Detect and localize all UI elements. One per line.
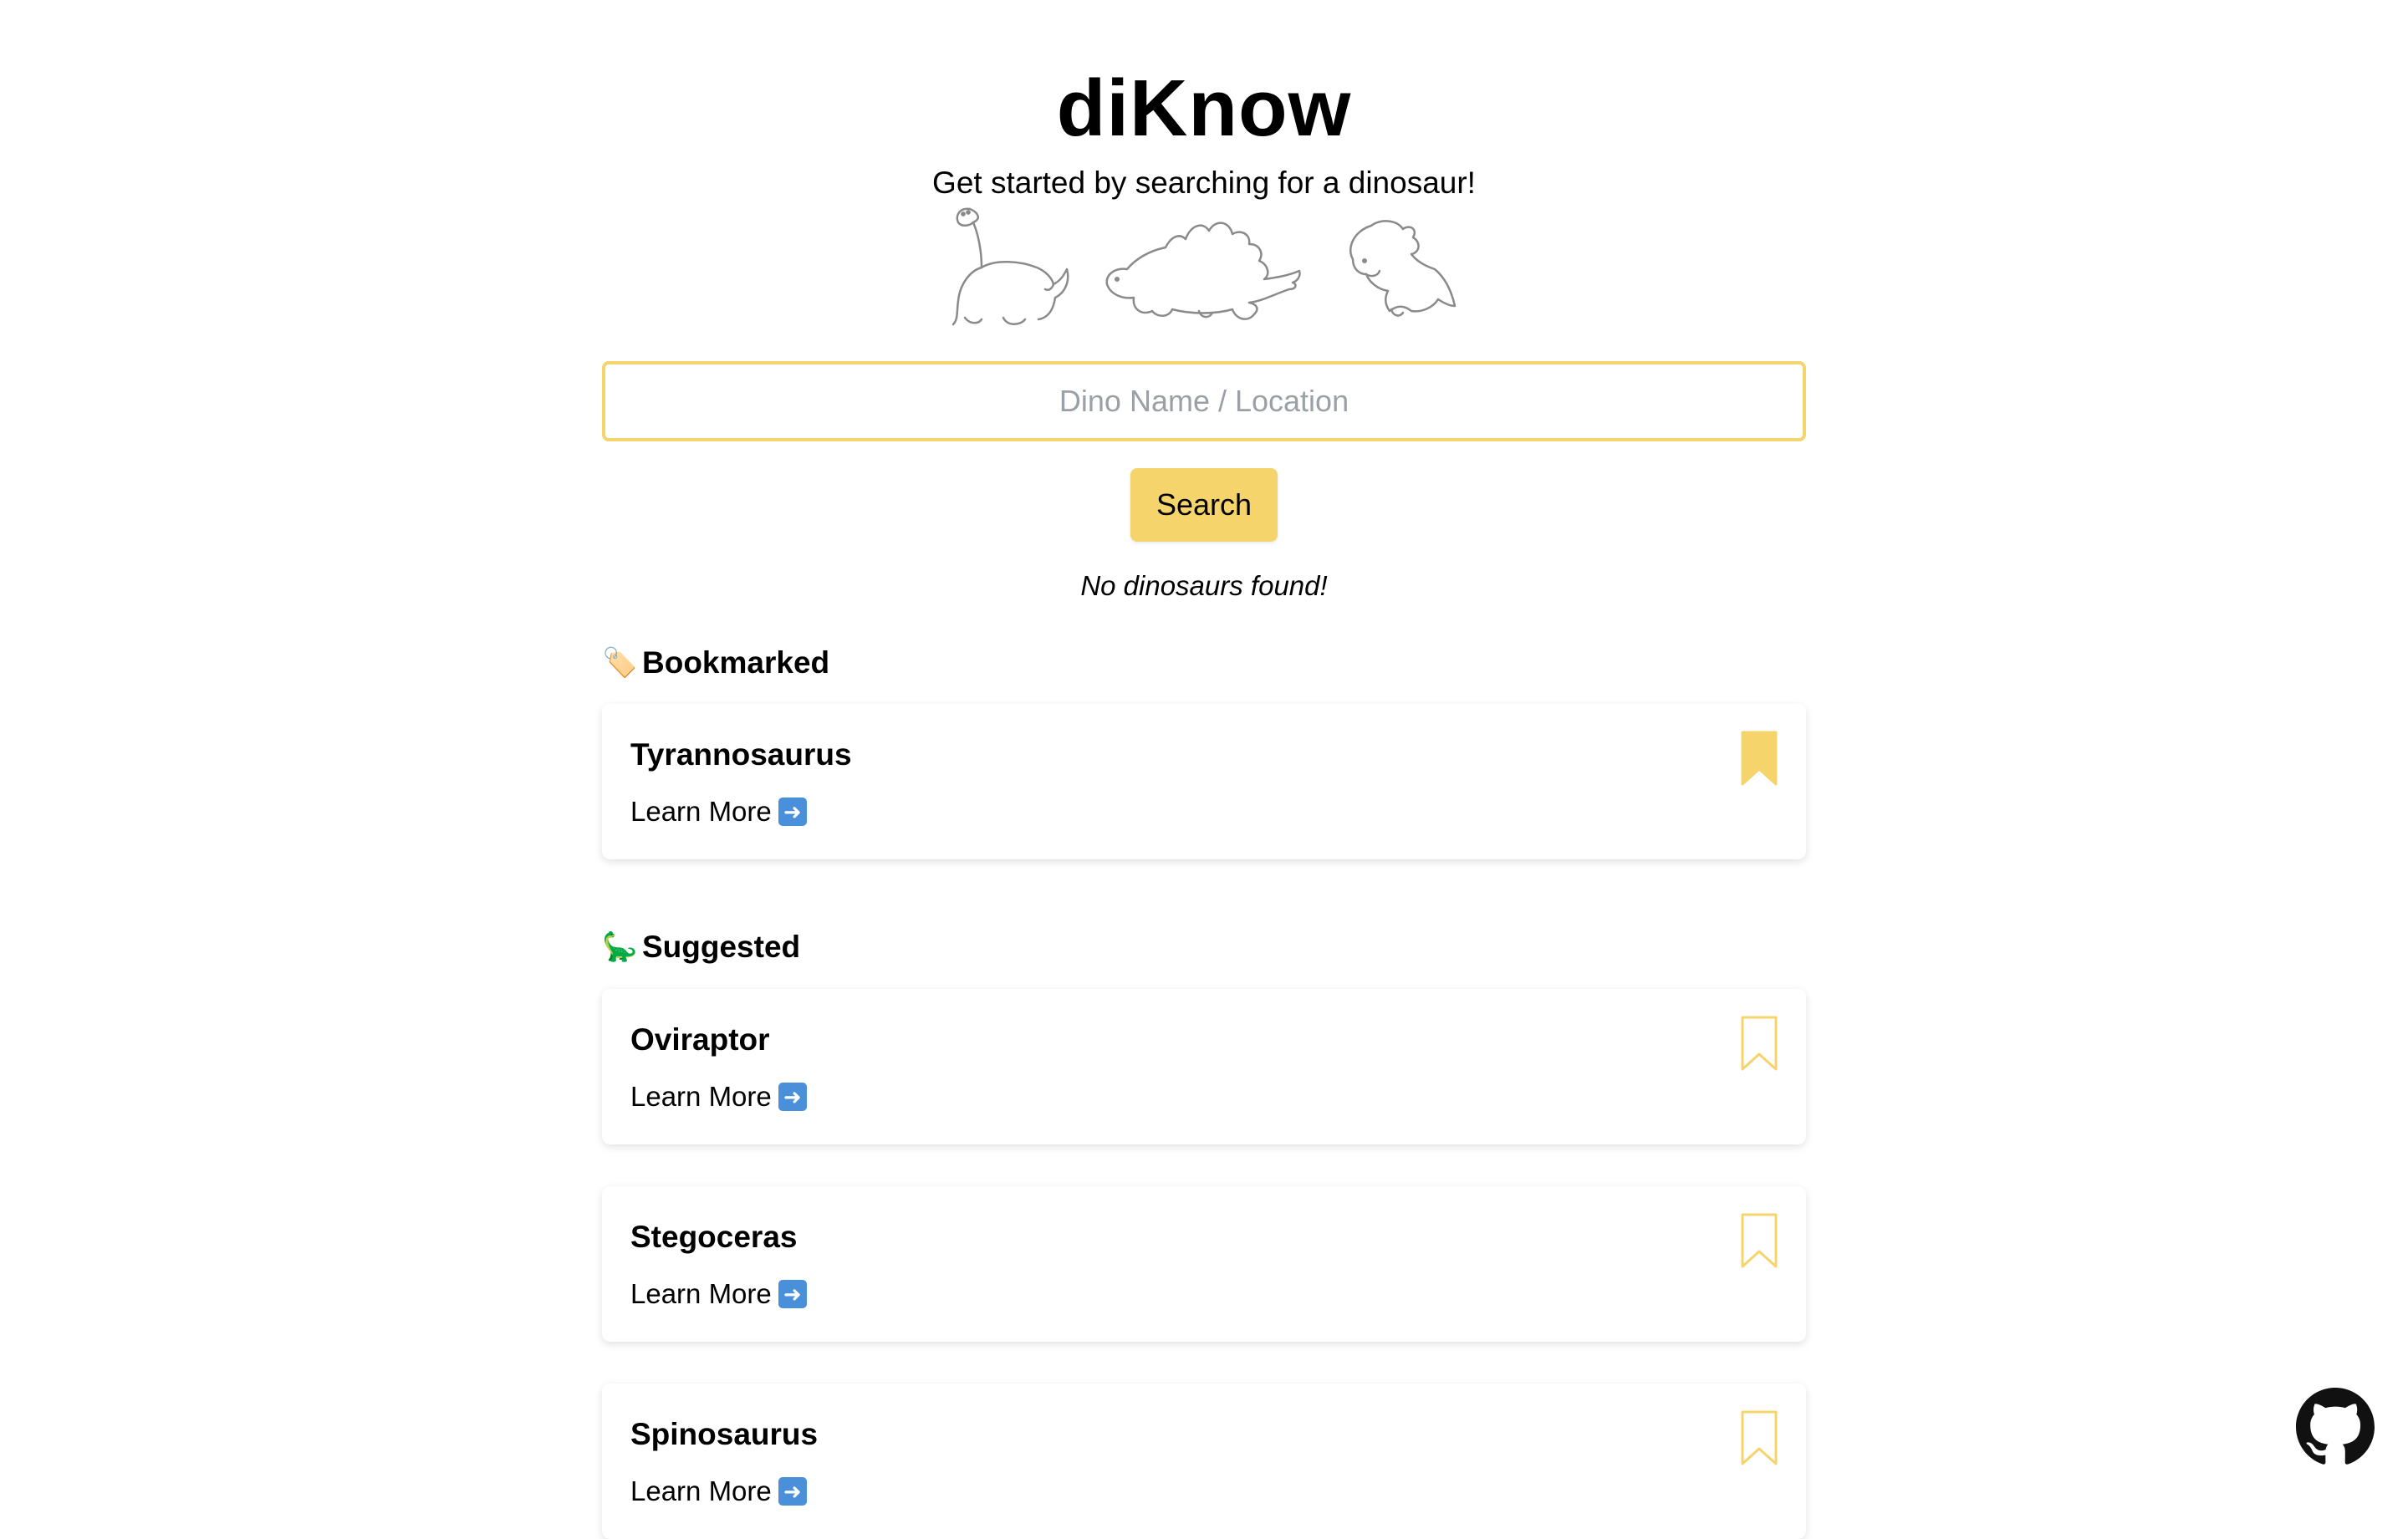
ceratopsian-illustration bbox=[1349, 220, 1457, 317]
label-tag-icon: 🏷️ bbox=[602, 647, 638, 679]
status-message: No dinosaurs found! bbox=[1080, 570, 1328, 601]
learn-more-link[interactable]: Learn More ➜ bbox=[630, 1278, 807, 1310]
dino-card: Oviraptor Learn More ➜ bbox=[602, 989, 1806, 1144]
right-arrow-icon: ➜ bbox=[778, 798, 807, 826]
bookmarked-heading-label: Bookmarked bbox=[642, 645, 830, 680]
learn-more-label: Learn More bbox=[630, 1475, 772, 1506]
bookmark-filled-icon[interactable] bbox=[1741, 731, 1778, 786]
dino-name: Stegoceras bbox=[630, 1220, 798, 1254]
dino-card: Tyrannosaurus Learn More ➜ bbox=[602, 704, 1806, 859]
dino-name: Tyrannosaurus bbox=[630, 737, 852, 772]
bookmark-outline-icon[interactable] bbox=[1741, 1213, 1778, 1268]
page: diKnow Get started by searching for a di… bbox=[0, 0, 2408, 1539]
stegosaurus-illustration bbox=[1105, 222, 1301, 320]
suggested-heading: 🦕 Suggested bbox=[602, 930, 800, 965]
sauropod-icon: 🦕 bbox=[602, 931, 638, 963]
learn-more-link[interactable]: Learn More ➜ bbox=[630, 1081, 807, 1113]
right-arrow-icon: ➜ bbox=[778, 1477, 807, 1506]
bookmark-outline-icon[interactable] bbox=[1741, 1410, 1778, 1465]
right-arrow-icon: ➜ bbox=[778, 1280, 807, 1308]
search-input[interactable] bbox=[602, 361, 1806, 441]
learn-more-label: Learn More bbox=[630, 1081, 772, 1112]
tagline: Get started by searching for a dinosaur! bbox=[932, 166, 1476, 200]
learn-more-link[interactable]: Learn More ➜ bbox=[630, 1475, 807, 1507]
bookmarked-heading: 🏷️ Bookmarked bbox=[602, 645, 829, 680]
suggested-heading-label: Suggested bbox=[642, 930, 801, 964]
dino-name: Oviraptor bbox=[630, 1022, 770, 1057]
dino-card: Spinosaurus Learn More ➜ bbox=[602, 1384, 1806, 1539]
right-arrow-icon: ➜ bbox=[778, 1083, 807, 1111]
github-icon[interactable] bbox=[2296, 1388, 2375, 1466]
dino-illustrations bbox=[936, 201, 1472, 334]
bookmark-outline-icon[interactable] bbox=[1741, 1016, 1778, 1071]
learn-more-label: Learn More bbox=[630, 1278, 772, 1309]
learn-more-label: Learn More bbox=[630, 796, 772, 827]
dino-card: Stegoceras Learn More ➜ bbox=[602, 1186, 1806, 1342]
learn-more-link[interactable]: Learn More ➜ bbox=[630, 796, 807, 828]
app-title: diKnow bbox=[1056, 64, 1352, 153]
search-button[interactable]: Search bbox=[1130, 468, 1278, 542]
header: diKnow Get started by searching for a di… bbox=[0, 59, 2408, 202]
dino-name: Spinosaurus bbox=[630, 1417, 819, 1451]
sauropod-illustration bbox=[951, 207, 1069, 326]
